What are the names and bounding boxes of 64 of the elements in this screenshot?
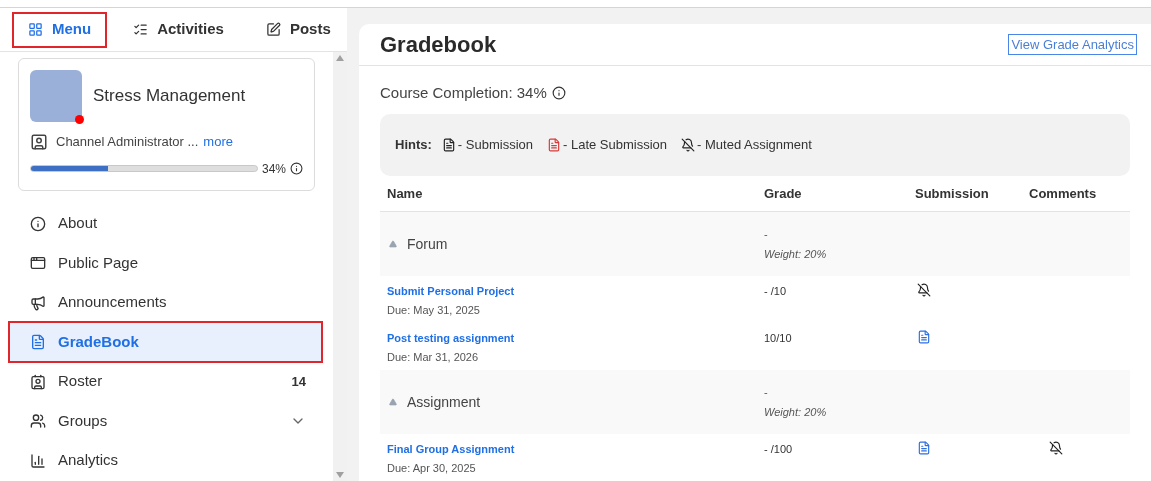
hint-text: - Submission: [457, 136, 533, 155]
info-icon: [30, 215, 46, 232]
megaphone-icon: [30, 294, 46, 311]
column-header: Name: [386, 184, 424, 203]
grade-cell-text: - /100: [764, 442, 794, 457]
due-date: Due: Mar 31, 2026: [387, 349, 480, 365]
group-name: Assignment: [407, 392, 481, 412]
window-icon: [30, 255, 46, 271]
sidebar-item[interactable]: About: [10, 204, 321, 243]
column-header: Grade: [764, 184, 803, 203]
hints-label: Hints:: [395, 136, 432, 155]
presenter-icon: [30, 132, 48, 151]
item-label: Public Page: [58, 252, 140, 273]
group-name: Forum: [407, 234, 448, 254]
document-icon: [30, 334, 46, 350]
sidebar-item[interactable]: GradeBook: [10, 323, 321, 361]
hint-text: - Late Submission: [563, 136, 668, 155]
hint-text: - Muted Assignment: [697, 136, 812, 155]
due-date: Due: Apr 30, 2025: [387, 460, 477, 476]
grade-cell-text: - /10: [764, 284, 787, 299]
item-count: 14: [291, 372, 306, 391]
grid-icon: [28, 22, 43, 37]
assignment-link[interactable]: Submit Personal Project: [387, 283, 515, 300]
sidebar-item[interactable]: Public Page: [10, 244, 321, 282]
group-row[interactable]: Forum - Weight: 20%: [380, 212, 1130, 276]
tab[interactable]: Posts: [249, 11, 347, 48]
item-label: Groups: [58, 410, 109, 431]
tab[interactable]: Activities: [117, 11, 240, 48]
weight-text: Weight: 20%: [764, 405, 827, 420]
item-label: About: [58, 213, 99, 234]
info-icon: [551, 85, 566, 100]
column-header: Submission: [915, 184, 990, 203]
assignment-link[interactable]: Final Group Assignment: [387, 441, 515, 458]
assignment-link[interactable]: Post testing assignment: [387, 330, 515, 347]
sidebar-item[interactable]: Announcements: [10, 283, 321, 322]
column-header: Comments: [1029, 184, 1098, 203]
completion-text: Course Completion: 34%: [380, 82, 547, 103]
item-label: Announcements: [58, 292, 168, 313]
item-label: Analytics: [58, 450, 120, 471]
group-grade: -: [764, 384, 769, 400]
role-text: Channel Administrator ...: [56, 133, 199, 151]
progress-reading: 34%: [261, 160, 286, 178]
course-image-placeholder: [30, 70, 82, 122]
item-label: GradeBook: [58, 331, 140, 352]
grade-cell-text: 10/10: [764, 331, 793, 346]
weight-text: Weight: 20%: [764, 247, 827, 262]
edit-icon: [265, 22, 281, 37]
sidebar-item[interactable]: Analytics: [10, 441, 321, 480]
analytics-link[interactable]: View Grade Analytics: [1008, 33, 1137, 55]
group-grade: -: [764, 226, 769, 242]
item-label: Roster: [58, 371, 104, 392]
people-icon: [30, 413, 46, 429]
info-icon: [290, 162, 303, 175]
checklist-icon: [133, 22, 149, 37]
sidebar-item[interactable]: Roster 14: [10, 362, 321, 401]
sidebar-item[interactable]: Groups: [10, 402, 321, 440]
page-title: Gradebook: [380, 30, 497, 59]
course-title: Stress Management: [93, 85, 246, 108]
due-date: Due: May 31, 2025: [387, 302, 481, 318]
id-card-icon: [30, 373, 46, 390]
group-row[interactable]: Assignment - Weight: 20%: [380, 370, 1130, 434]
bar-chart-icon: [30, 452, 46, 469]
more-link[interactable]: more: [203, 132, 233, 152]
tab[interactable]: Menu: [12, 11, 108, 48]
